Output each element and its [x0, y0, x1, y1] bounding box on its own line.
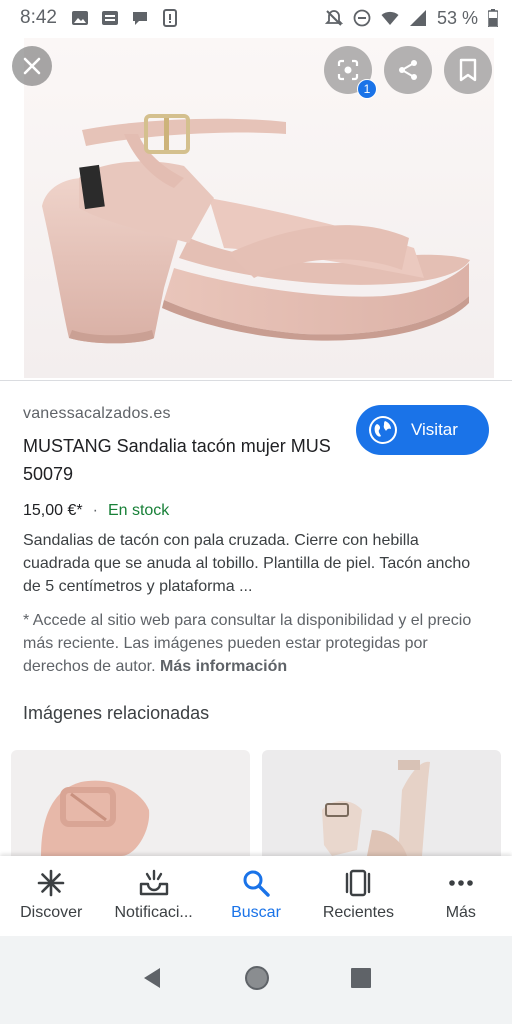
sandal-illustration: [42, 114, 470, 344]
news-notification-icon: [101, 11, 118, 25]
close-icon: [23, 57, 41, 75]
stock-status: En stock: [107, 502, 170, 519]
nav-recent[interactable]: Recientes: [307, 856, 409, 936]
product-description: Sandalias de tacón con pala cruzada. Cie…: [23, 532, 471, 595]
overview-icon: [351, 967, 372, 988]
back-icon: [143, 967, 160, 988]
source-domain[interactable]: vanessacalzados.es: [23, 405, 171, 423]
recent-cards-icon: [342, 868, 374, 898]
nav-label: Notificaci...: [114, 904, 193, 921]
mute-icon: [324, 10, 343, 26]
price-separator: ·: [92, 502, 98, 519]
signal-icon: [409, 10, 426, 26]
visit-label: Visitar: [411, 420, 458, 439]
bottom-navigation: Discover Notificaci... Buscar Recientes …: [0, 856, 512, 936]
product-image[interactable]: [24, 38, 494, 378]
system-navigation: [0, 936, 512, 1024]
globe-icon: [369, 416, 397, 444]
more-info-link[interactable]: Más información: [160, 658, 287, 675]
nav-label: Más: [445, 904, 476, 921]
nav-notifications[interactable]: Notificaci...: [102, 856, 204, 936]
nav-label: Buscar: [231, 904, 281, 921]
bookmark-icon: [459, 58, 477, 82]
share-button[interactable]: [384, 46, 432, 94]
nav-label: Discover: [20, 904, 83, 921]
share-icon: [399, 60, 417, 80]
result-title[interactable]: MUSTANG Sandalia tacón mujer MUS 50079: [23, 432, 343, 488]
overview-button[interactable]: [350, 967, 372, 994]
clipboard-notification-icon: [162, 9, 177, 27]
back-button[interactable]: [140, 966, 164, 995]
related-image-2[interactable]: [262, 750, 501, 856]
home-button[interactable]: [243, 964, 271, 997]
nav-search[interactable]: Buscar: [205, 856, 307, 936]
related-sandal-closeup: [41, 780, 150, 856]
asterisk-icon: [35, 868, 67, 898]
status-bar: 8:42 53 %: [0, 0, 512, 36]
hero-image-area: 1: [0, 36, 512, 380]
related-images-heading: Imágenes relacionadas: [23, 703, 210, 723]
search-icon: [240, 868, 272, 898]
visit-button[interactable]: Visitar: [356, 405, 489, 455]
dnd-icon: [353, 9, 371, 27]
related-sandals-pair: [322, 760, 430, 856]
more-dots-icon: [445, 868, 477, 898]
gallery-notification-icon: [71, 11, 88, 25]
nav-more[interactable]: Más: [410, 856, 512, 936]
nav-discover[interactable]: Discover: [0, 856, 102, 936]
battery-icon: [488, 9, 498, 27]
bell-tray-icon: [138, 868, 170, 898]
availability-note: * Accede al sitio web para consultar la …: [23, 609, 493, 678]
lens-badge: 1: [357, 79, 377, 99]
close-button[interactable]: [12, 46, 52, 86]
home-icon: [244, 965, 269, 990]
battery-percent: 53 %: [436, 7, 478, 28]
related-image-1[interactable]: [11, 750, 250, 856]
price: 15,00 €*: [23, 502, 83, 519]
wifi-icon: [381, 11, 399, 25]
lens-icon: [337, 59, 359, 81]
clock: 8:42: [20, 7, 57, 28]
price-row: 15,00 €* · En stock: [23, 502, 169, 520]
divider: [0, 380, 512, 381]
chat-notification-icon: [132, 12, 147, 25]
save-button[interactable]: [444, 46, 492, 94]
nav-label: Recientes: [322, 904, 394, 921]
